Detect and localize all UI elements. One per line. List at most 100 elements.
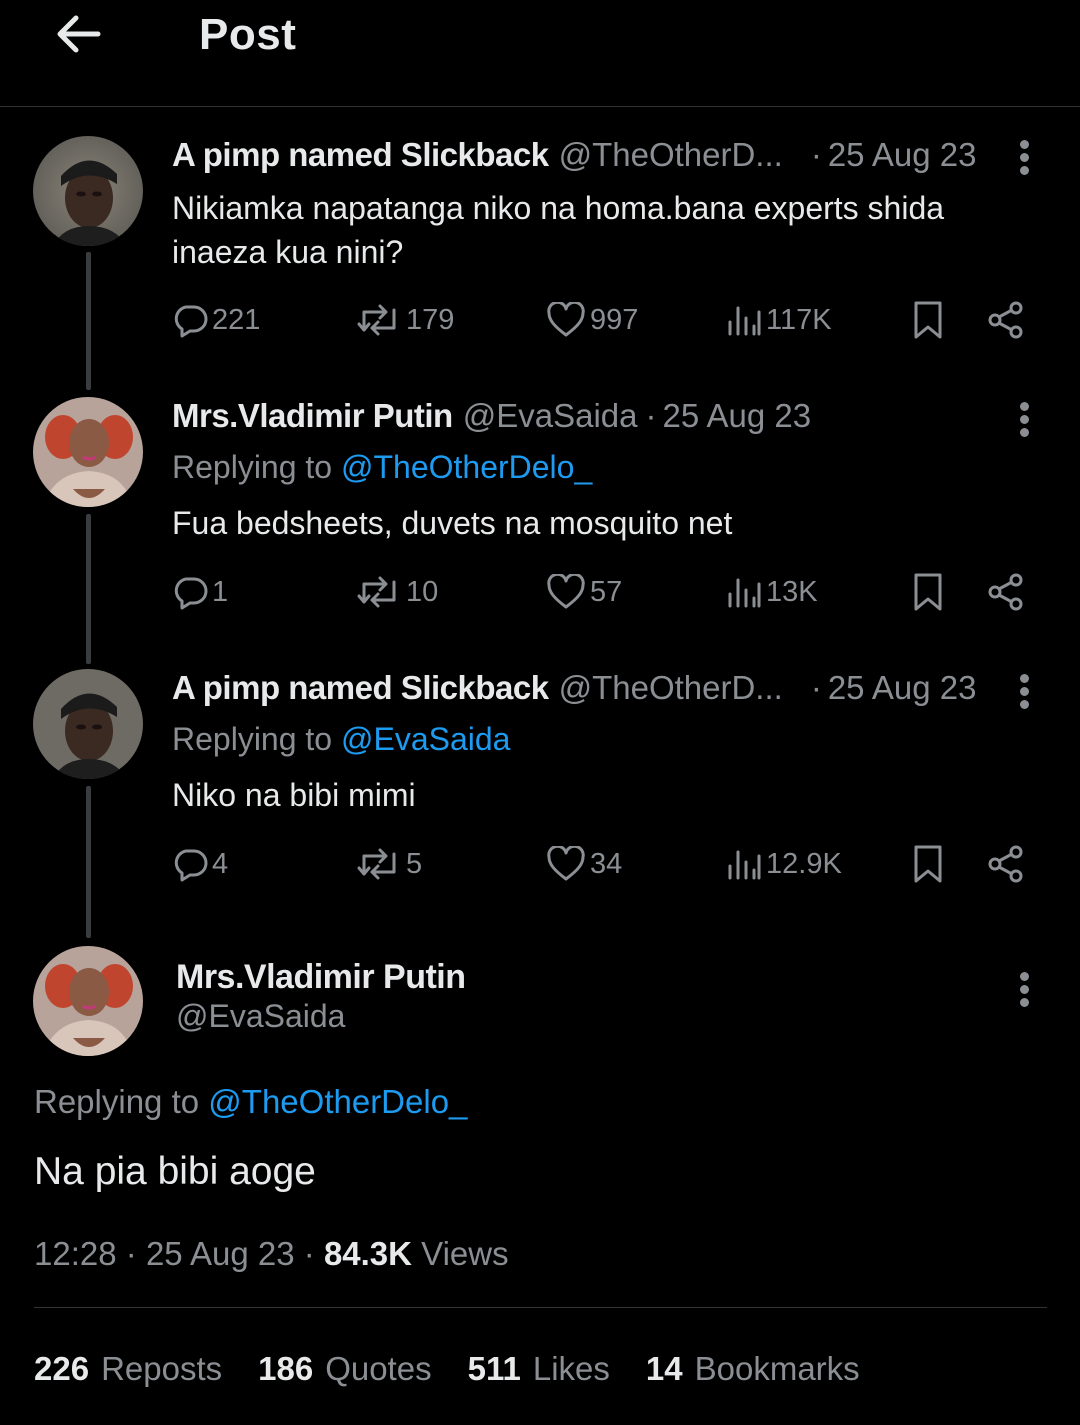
tweet-text: Na pia bibi aoge bbox=[34, 1150, 316, 1193]
views-count: 84.3K bbox=[323, 1235, 412, 1272]
views-chart-icon bbox=[728, 578, 761, 608]
mention-link[interactable]: @TheOtherDelo_ bbox=[341, 449, 592, 485]
tweet-text: Niko na bibi mimi bbox=[172, 777, 416, 813]
mention-link[interactable]: @TheOtherDelo_ bbox=[208, 1083, 467, 1120]
like-count: 34 bbox=[590, 847, 623, 880]
reply-button[interactable]: 221 bbox=[172, 298, 260, 342]
view-count: 13K bbox=[766, 575, 818, 608]
avatar[interactable] bbox=[33, 946, 143, 1056]
tweet-header: A pimp named Slickback @TheOtherD... · 2… bbox=[172, 136, 976, 174]
repost-count: 179 bbox=[406, 303, 455, 336]
thread-line bbox=[86, 252, 91, 390]
bookmark-button[interactable] bbox=[912, 842, 944, 886]
views-button[interactable]: 117K bbox=[726, 298, 832, 342]
tweet-time: 12:28 bbox=[34, 1235, 117, 1272]
tweet-meta: 12:28 · 25 Aug 23 · 84.3K Views bbox=[34, 1235, 509, 1273]
tweet-date[interactable]: 25 Aug 23 bbox=[828, 136, 977, 174]
likes-stat[interactable]: 511 Likes bbox=[468, 1350, 610, 1388]
avatar[interactable] bbox=[33, 397, 143, 507]
bookmark-button[interactable] bbox=[912, 298, 944, 342]
quotes-label: Quotes bbox=[325, 1350, 432, 1387]
tweet-date[interactable]: 25 Aug 23 bbox=[662, 397, 811, 435]
bookmark-icon bbox=[914, 301, 942, 339]
divider bbox=[34, 1307, 1047, 1308]
thread-line bbox=[86, 786, 91, 938]
user-handle[interactable]: @EvaSaida bbox=[176, 998, 345, 1035]
replying-to: Replying to @EvaSaida bbox=[172, 721, 510, 758]
tweet-date: 25 Aug 23 bbox=[145, 1235, 295, 1272]
share-button[interactable] bbox=[986, 570, 1026, 614]
bookmarks-stat[interactable]: 14 Bookmarks bbox=[646, 1350, 860, 1388]
user-handle[interactable]: @EvaSaida bbox=[463, 397, 638, 435]
user-handle[interactable]: @TheOtherD... bbox=[559, 136, 783, 174]
views-button[interactable]: 12.9K bbox=[726, 842, 842, 886]
thread-line bbox=[86, 514, 91, 664]
repost-icon bbox=[357, 304, 396, 336]
bookmarks-label: Bookmarks bbox=[694, 1350, 860, 1387]
more-options-button[interactable] bbox=[1012, 138, 1038, 178]
quotes-stat[interactable]: 186 Quotes bbox=[258, 1350, 431, 1388]
display-name[interactable]: A pimp named Slickback bbox=[172, 669, 549, 707]
separator-dot: · bbox=[303, 1235, 324, 1272]
user-handle[interactable]: @TheOtherD... bbox=[559, 669, 783, 707]
views-chart-icon bbox=[728, 306, 761, 336]
reply-button[interactable]: 4 bbox=[172, 842, 228, 886]
likes-count: 511 bbox=[467, 1350, 521, 1387]
like-button[interactable]: 997 bbox=[546, 298, 638, 342]
share-button[interactable] bbox=[986, 298, 1026, 342]
reply-button[interactable]: 1 bbox=[172, 570, 228, 614]
share-icon bbox=[988, 845, 1023, 883]
views-chart-icon bbox=[728, 850, 761, 880]
reposts-stat[interactable]: 226 Reposts bbox=[34, 1350, 222, 1388]
more-options-button[interactable] bbox=[1012, 970, 1038, 1010]
repost-count: 5 bbox=[406, 847, 423, 880]
display-name[interactable]: Mrs.Vladimir Putin bbox=[172, 397, 453, 435]
engagement-stats: 226 Reposts 186 Quotes 511 Likes 14 Bookmark… bbox=[34, 1350, 896, 1388]
tweet-header: A pimp named Slickback @TheOtherD... · 2… bbox=[172, 669, 976, 707]
replying-to-label: Replying to bbox=[172, 449, 333, 485]
avatar[interactable] bbox=[33, 669, 143, 779]
separator-dot: · bbox=[810, 669, 822, 706]
like-button[interactable]: 34 bbox=[546, 842, 622, 886]
heart-icon bbox=[547, 302, 585, 337]
view-count: 117K bbox=[766, 303, 832, 336]
repost-button[interactable]: 179 bbox=[356, 298, 454, 342]
reply-icon bbox=[174, 305, 208, 338]
repost-button[interactable]: 10 bbox=[356, 570, 438, 614]
tweet-text: Nikiamka napatanga niko na homa.bana exp… bbox=[172, 190, 945, 270]
more-options-button[interactable] bbox=[1012, 672, 1038, 712]
avatar[interactable] bbox=[33, 136, 143, 246]
back-button[interactable] bbox=[50, 8, 106, 60]
likes-label: Likes bbox=[532, 1350, 610, 1387]
tweet-actions: 4 5 34 12.9K bbox=[172, 842, 1032, 886]
view-count: 12.9K bbox=[766, 847, 842, 880]
display-name[interactable]: Mrs.Vladimir Putin bbox=[176, 958, 466, 997]
top-bar: Post bbox=[0, 0, 1080, 107]
tweet-actions: 221 179 997 117K bbox=[172, 298, 1032, 342]
bookmark-icon bbox=[914, 573, 942, 611]
share-button[interactable] bbox=[986, 842, 1026, 886]
replying-to: Replying to @TheOtherDelo_ bbox=[34, 1083, 467, 1121]
more-options-button[interactable] bbox=[1012, 400, 1038, 440]
tweet-date[interactable]: 25 Aug 23 bbox=[828, 669, 977, 707]
views-button[interactable]: 13K bbox=[726, 570, 818, 614]
reply-count: 1 bbox=[212, 575, 229, 608]
bookmark-button[interactable] bbox=[912, 570, 944, 614]
like-count: 997 bbox=[590, 303, 639, 336]
reply-count: 221 bbox=[212, 303, 261, 336]
repost-count: 10 bbox=[406, 575, 439, 608]
arrow-left-icon bbox=[57, 15, 101, 53]
tweet-header: Mrs.Vladimir Putin @EvaSaida · 25 Aug 23 bbox=[172, 397, 811, 435]
like-button[interactable]: 57 bbox=[546, 570, 622, 614]
replying-to-label: Replying to bbox=[172, 721, 333, 757]
display-name[interactable]: A pimp named Slickback bbox=[172, 136, 549, 174]
heart-icon bbox=[547, 574, 585, 609]
repost-icon bbox=[357, 848, 396, 880]
reply-icon bbox=[174, 849, 208, 882]
reply-count: 4 bbox=[212, 847, 229, 880]
views-label: Views bbox=[421, 1235, 509, 1272]
mention-link[interactable]: @EvaSaida bbox=[341, 721, 510, 757]
reply-icon bbox=[174, 577, 208, 610]
repost-button[interactable]: 5 bbox=[356, 842, 422, 886]
tweet-text: Fua bedsheets, duvets na mosquito net bbox=[172, 505, 733, 541]
